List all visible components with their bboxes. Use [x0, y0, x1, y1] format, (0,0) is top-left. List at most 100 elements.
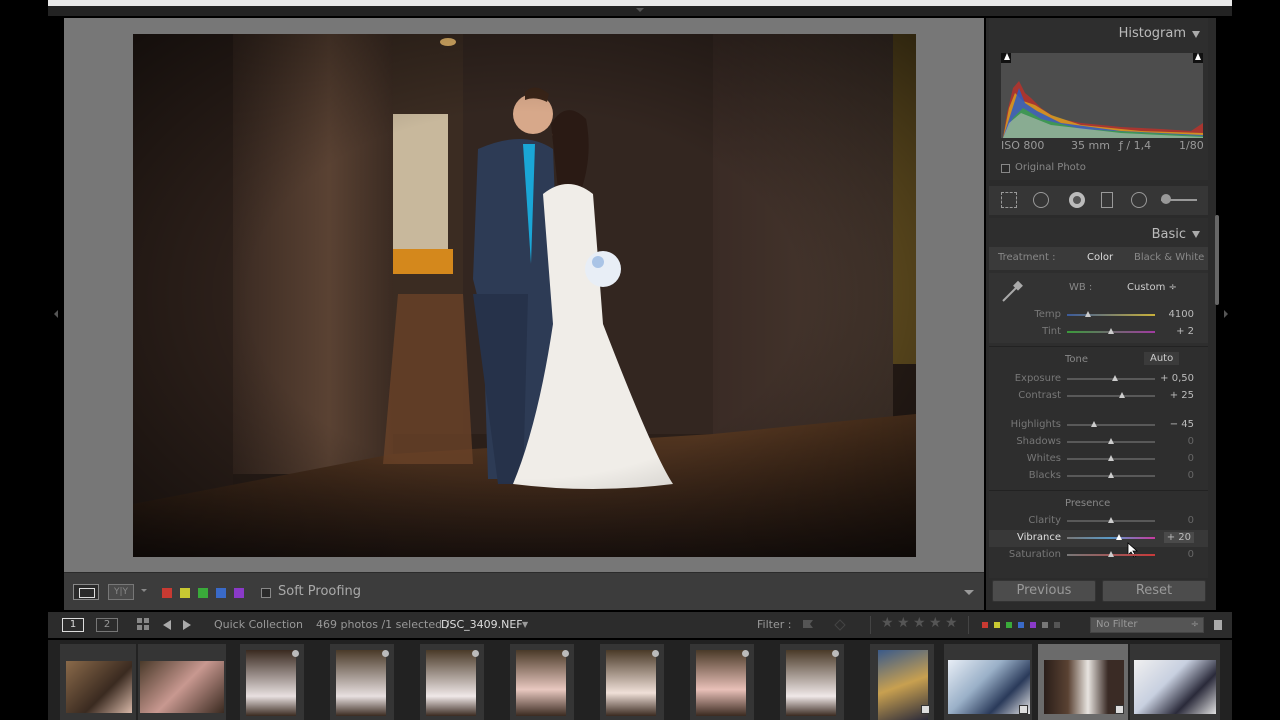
shadows-thumb[interactable]: [1108, 438, 1114, 444]
auto-tone-button[interactable]: Auto: [1144, 352, 1180, 365]
label-filter-blue[interactable]: [1018, 622, 1024, 628]
star-filter-5[interactable]: ★: [945, 615, 958, 631]
exposure-slider[interactable]: Exposure + 0,50: [989, 371, 1208, 388]
temp-thumb[interactable]: [1085, 311, 1091, 317]
filmstrip-thumbnail[interactable]: [60, 644, 136, 720]
reset-button[interactable]: Reset: [1102, 580, 1206, 602]
vibrance-thumb[interactable]: [1116, 534, 1122, 540]
exposure-value[interactable]: + 0,50: [1160, 373, 1194, 384]
primary-window-button[interactable]: 1: [62, 618, 84, 632]
exposure-track[interactable]: [1067, 378, 1155, 380]
treatment-bw-option[interactable]: Black & White: [1134, 252, 1204, 263]
crop-icon[interactable]: [1001, 192, 1017, 208]
label-filter-purple[interactable]: [1030, 622, 1036, 628]
right-panel-scrollbar[interactable]: [1215, 215, 1219, 305]
white-balance-picker-icon[interactable]: [999, 279, 1025, 305]
filmstrip-thumbnail-selected[interactable]: [1038, 644, 1128, 720]
before-after-dropdown-icon[interactable]: [141, 589, 147, 595]
filmstrip-thumbnail[interactable]: [1130, 644, 1220, 720]
filmstrip-thumbnail[interactable]: [870, 644, 934, 720]
previous-button[interactable]: Previous: [992, 580, 1096, 602]
wb-preset-select[interactable]: Custom ÷: [1127, 282, 1177, 293]
blacks-slider[interactable]: Blacks 0: [989, 468, 1208, 485]
collapse-histogram-icon[interactable]: [1192, 31, 1200, 38]
temp-slider[interactable]: Temp 4100: [989, 307, 1208, 324]
before-after-button[interactable]: Y|Y: [108, 584, 134, 600]
filmstrip-thumbnail[interactable]: [944, 644, 1032, 720]
radial-filter-icon[interactable]: [1131, 192, 1147, 208]
collapse-left-panel-icon[interactable]: [54, 310, 58, 318]
treatment-color-option[interactable]: Color: [1087, 252, 1113, 263]
exposure-thumb[interactable]: [1112, 375, 1118, 381]
whites-slider[interactable]: Whites 0: [989, 451, 1208, 468]
filmstrip-thumbnail[interactable]: [240, 644, 304, 720]
color-label-yellow[interactable]: [180, 588, 190, 598]
temp-track[interactable]: [1067, 314, 1155, 316]
tint-value[interactable]: + 2: [1176, 326, 1194, 337]
clarity-slider[interactable]: Clarity 0: [989, 513, 1208, 530]
saturation-slider[interactable]: Saturation 0: [989, 547, 1208, 564]
graduated-filter-icon[interactable]: [1101, 192, 1113, 208]
saturation-value[interactable]: 0: [1188, 549, 1194, 560]
highlights-value[interactable]: − 45: [1170, 419, 1194, 430]
star-filter-4[interactable]: ★: [929, 615, 942, 631]
filter-preset-select[interactable]: No Filter ÷: [1090, 617, 1204, 633]
forward-arrow-icon[interactable]: [182, 618, 194, 632]
highlights-track[interactable]: [1067, 424, 1155, 426]
clarity-thumb[interactable]: [1108, 517, 1114, 523]
tint-slider[interactable]: Tint + 2: [989, 324, 1208, 341]
red-eye-icon[interactable]: [1069, 192, 1085, 208]
loupe-view-button[interactable]: [73, 584, 99, 600]
filename-dropdown-icon[interactable]: ▼: [522, 620, 528, 629]
shadows-slider[interactable]: Shadows 0: [989, 434, 1208, 451]
shadows-value[interactable]: 0: [1188, 436, 1194, 447]
soft-proofing-checkbox[interactable]: [261, 588, 271, 598]
color-label-red[interactable]: [162, 588, 172, 598]
highlights-slider[interactable]: Highlights − 45: [989, 417, 1208, 434]
filmstrip-thumbnail[interactable]: [330, 644, 394, 720]
original-photo-checkbox[interactable]: [1001, 164, 1010, 173]
highlights-thumb[interactable]: [1091, 421, 1097, 427]
filmstrip-thumbnail[interactable]: [690, 644, 754, 720]
label-filter-yellow[interactable]: [994, 622, 1000, 628]
saturation-thumb[interactable]: [1108, 551, 1114, 557]
filmstrip-thumbnail[interactable]: [510, 644, 574, 720]
contrast-track[interactable]: [1067, 395, 1155, 397]
star-filter-3[interactable]: ★: [913, 615, 926, 631]
basic-title[interactable]: Basic: [1152, 227, 1186, 242]
reject-filter-icon[interactable]: [832, 617, 848, 633]
histogram-title[interactable]: Histogram: [1119, 26, 1186, 41]
toolbar-menu-icon[interactable]: [964, 590, 974, 600]
filmstrip-thumbnail[interactable]: [420, 644, 484, 720]
contrast-thumb[interactable]: [1119, 392, 1125, 398]
blacks-thumb[interactable]: [1108, 472, 1114, 478]
label-filter-none[interactable]: [1054, 622, 1060, 628]
back-arrow-icon[interactable]: [160, 618, 172, 632]
label-filter-red[interactable]: [982, 622, 988, 628]
color-label-green[interactable]: [198, 588, 208, 598]
spot-removal-icon[interactable]: [1033, 192, 1049, 208]
star-filter-2[interactable]: ★: [897, 615, 910, 631]
main-photo[interactable]: [133, 34, 916, 557]
filter-lock-icon[interactable]: [1214, 620, 1222, 630]
whites-value[interactable]: 0: [1188, 453, 1194, 464]
secondary-window-button[interactable]: 2: [96, 618, 118, 632]
color-label-blue[interactable]: [216, 588, 226, 598]
label-filter-green[interactable]: [1006, 622, 1012, 628]
filmstrip-thumbnail[interactable]: [600, 644, 664, 720]
source-label[interactable]: Quick Collection: [214, 618, 303, 631]
vibrance-track[interactable]: [1067, 537, 1155, 539]
contrast-value[interactable]: + 25: [1170, 390, 1194, 401]
label-filter-other[interactable]: [1042, 622, 1048, 628]
contrast-slider[interactable]: Contrast + 25: [989, 388, 1208, 405]
star-filter-1[interactable]: ★: [881, 615, 894, 631]
whites-thumb[interactable]: [1108, 455, 1114, 461]
grid-view-icon[interactable]: [137, 618, 151, 632]
flag-filter-icon[interactable]: [800, 617, 816, 633]
tint-thumb[interactable]: [1108, 328, 1114, 334]
color-label-purple[interactable]: [234, 588, 244, 598]
temp-value[interactable]: 4100: [1169, 309, 1194, 320]
filmstrip-thumbnail[interactable]: [780, 644, 844, 720]
adjustment-brush-knob-icon[interactable]: [1161, 194, 1171, 204]
selected-filename[interactable]: DSC_3409.NEF: [441, 618, 523, 631]
